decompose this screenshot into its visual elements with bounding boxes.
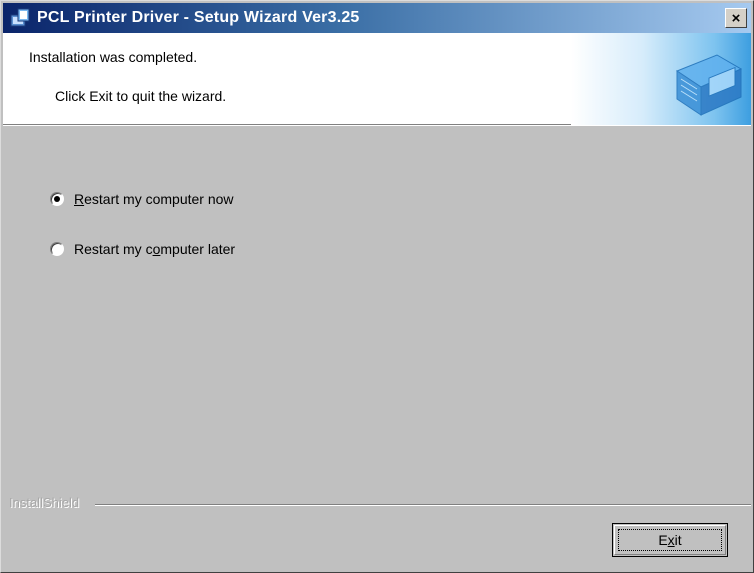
setup-wizard-icon [9,7,31,29]
header-subtitle: Click Exit to quit the wizard. [55,88,227,104]
setup-wizard-window: PCL Printer Driver - Setup Wizard Ver3.2… [0,0,754,573]
restart-later-label[interactable]: Restart my computer later [74,241,235,257]
restart-now-radio[interactable] [50,192,64,206]
brand-divider: InstallShield [3,495,751,515]
restart-now-label[interactable]: Restart my computer now [74,191,234,207]
computer-monitor-icon [571,33,751,125]
close-button[interactable]: × [725,8,747,28]
restart-later-radio[interactable] [50,242,64,256]
exit-button-label: Exit [658,532,682,548]
wizard-content: Restart my computer now Restart my compu… [3,127,751,497]
restart-now-option[interactable]: Restart my computer now [50,191,234,207]
window-title: PCL Printer Driver - Setup Wizard Ver3.2… [37,9,360,26]
title-bar[interactable]: PCL Printer Driver - Setup Wizard Ver3.2… [3,3,751,33]
header-title: Installation was completed. [29,49,198,65]
footer-divider [95,504,751,506]
close-icon: × [731,9,741,27]
exit-button[interactable]: Exit [612,523,728,557]
wizard-header: Installation was completed. Click Exit t… [3,33,751,126]
restart-later-option[interactable]: Restart my computer later [50,241,235,257]
installshield-brand: InstallShield [9,495,80,510]
